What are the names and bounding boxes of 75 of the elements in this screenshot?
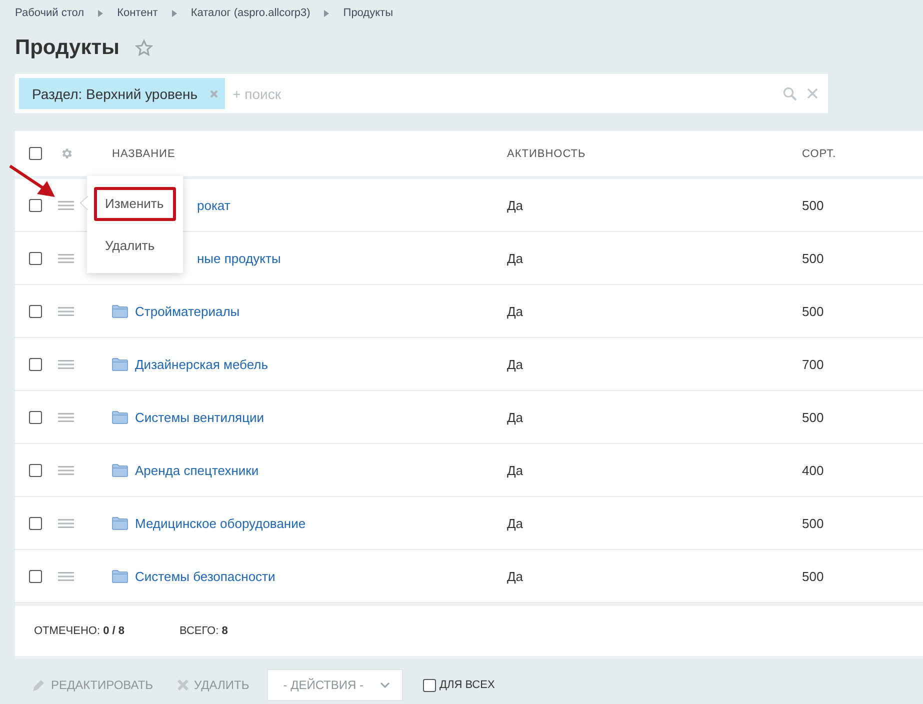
settings-icon[interactable] [60,147,72,160]
column-header[interactable]: НАЗВАНИЕ [83,148,507,160]
section-link[interactable]: ные продукты [197,250,281,266]
menu-item[interactable]: Изменить [94,187,176,221]
chevron-icon [324,10,330,16]
chevron-icon [172,10,177,16]
row-checkbox[interactable] [29,252,42,264]
table-cell-text: Да [507,250,524,266]
section-link[interactable]: рокат [197,198,230,212]
folder-icon [112,570,128,582]
folder-icon [112,358,128,370]
page-title: Продукты [15,36,120,60]
filter-tag[interactable]: Раздел: Верхний уровень [19,78,225,109]
checkbox-label[interactable]: ДЛЯ ВСЕХ [440,679,495,691]
row-checkbox[interactable] [29,570,42,582]
table-cell-text: 500 [802,250,825,266]
row-checkbox[interactable] [29,516,42,530]
table-cell-text: 700 [802,356,825,372]
table-cell-text: Да [507,356,524,372]
table-cell-text: Да [507,304,524,318]
section-link[interactable]: Медицинское оборудование [135,516,306,530]
row-checkbox[interactable] [29,198,42,212]
folder-icon [112,464,128,476]
section-link[interactable]: Дизайнерская мебель [135,356,268,372]
for-all-checkbox[interactable] [422,678,436,692]
menu-icon[interactable] [58,360,74,368]
selected-count: ОТМЕЧЕНО: 0 / 8 [34,625,124,637]
menu-icon[interactable] [58,412,74,422]
arrow-icon [9,164,57,198]
column-header[interactable]: СОРТ. [802,148,923,160]
chevron-down-icon [380,682,390,688]
breadcrumb-link[interactable]: Каталог (aspro.allcorp3) [190,7,310,19]
table-cell-text: 500 [802,198,825,212]
folder-icon [112,516,128,530]
menu-item[interactable]: Удалить [94,229,176,263]
close-icon[interactable] [210,90,218,98]
menu-icon[interactable] [58,306,74,316]
section-link[interactable]: Системы безопасности [135,568,276,584]
menu-icon[interactable] [58,466,74,474]
table-cell-text: Да [507,198,524,212]
search-field[interactable]: Раздел: Верхний уровень + поиск [15,74,828,113]
table-cell-text: 500 [802,410,825,424]
table-cell-text: 500 [802,568,825,584]
folder-icon [112,410,128,424]
table-cell-text: 400 [802,462,825,478]
row-checkbox[interactable] [29,358,42,370]
close-icon [177,679,190,691]
section-link[interactable]: Аренда спецтехники [135,462,259,478]
breadcrumb-link[interactable]: Контент [117,7,158,19]
close-icon[interactable] [807,88,818,99]
table-cell-text: Да [507,568,524,584]
search-icon[interactable] [783,86,797,100]
table-cell-text: 500 [802,304,825,318]
column-header[interactable]: АКТИВНОСТЬ [507,148,802,160]
table-cell-text: 500 [802,516,825,530]
menu-icon[interactable] [58,518,74,528]
section-link[interactable]: Системы вентиляции [135,410,264,424]
row-checkbox[interactable] [29,410,42,424]
menu-icon[interactable] [58,200,74,210]
table-cell-text: Да [507,516,524,530]
star-icon[interactable] [135,39,154,57]
chevron-icon [98,10,104,16]
menu-icon[interactable] [58,254,74,262]
row-checkbox[interactable] [29,304,42,318]
breadcrumb-link[interactable]: Рабочий стол [15,7,84,19]
table-cell-text: Да [507,462,524,478]
select-all-checkbox[interactable] [29,147,42,160]
pencil-icon [32,678,46,692]
section-link[interactable]: Стройматериалы [135,304,240,318]
menu-icon[interactable] [58,572,74,580]
folder-icon [112,304,128,318]
total-count: ВСЕГО: 8 [179,625,228,637]
table-cell-text: Да [507,410,524,424]
breadcrumb-link[interactable]: Продукты [343,7,393,19]
row-checkbox[interactable] [29,464,42,476]
